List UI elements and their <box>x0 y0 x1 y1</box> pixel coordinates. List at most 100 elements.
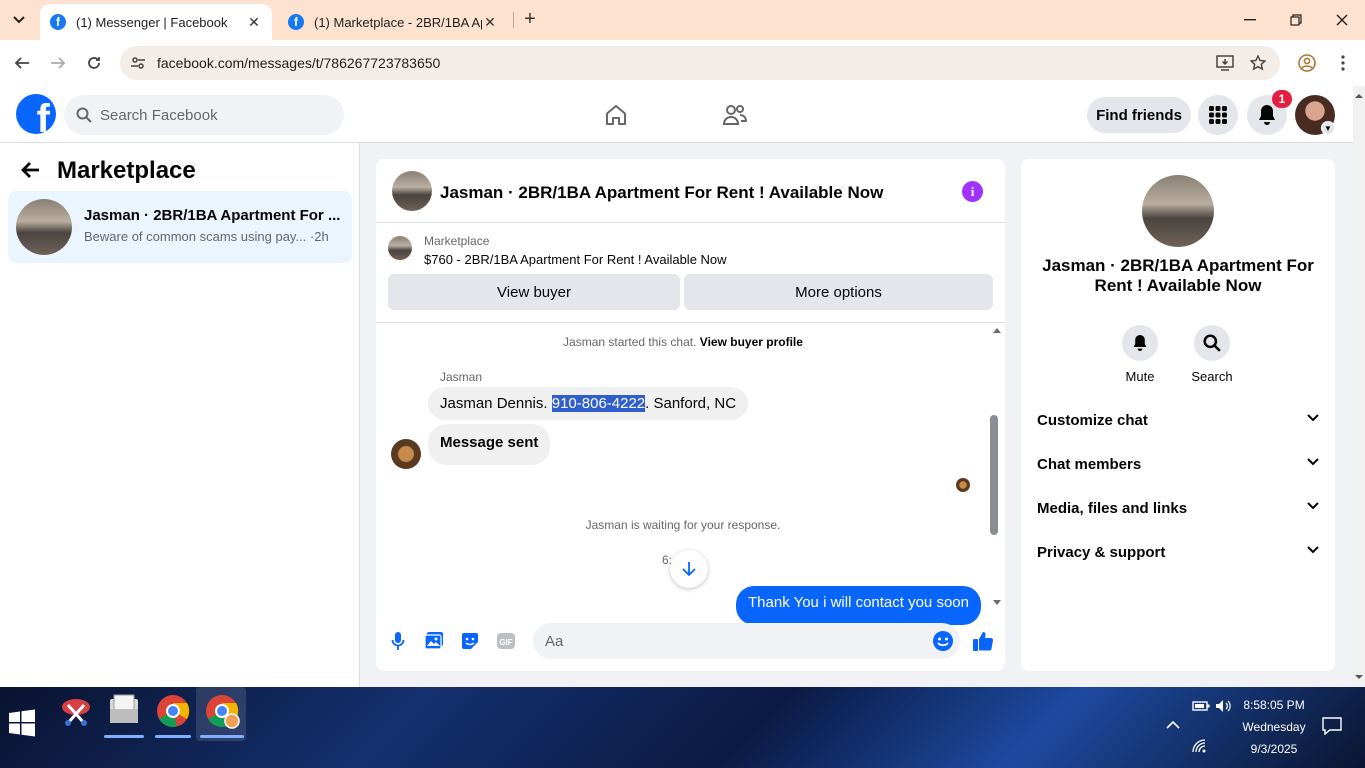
arrow-right-icon <box>51 57 66 69</box>
find-friends-button[interactable]: Find friends <box>1087 97 1191 133</box>
marketplace-label: Marketplace <box>424 234 490 248</box>
bookmark-star-icon[interactable] <box>1248 53 1268 73</box>
conversation-list-item[interactable]: Jasman · 2BR/1BA Apartment For ... Bewar… <box>8 191 352 263</box>
clock-date[interactable]: 9/3/2025 <box>1238 742 1310 756</box>
emoji-icon[interactable] <box>932 630 954 652</box>
wifi-icon[interactable] <box>1192 739 1212 755</box>
search-icon <box>1194 325 1230 361</box>
tab-search-button[interactable] <box>6 8 32 32</box>
facebook-logo-icon[interactable]: f <box>16 94 56 134</box>
message-thread[interactable]: Jasman started this chat. View buyer pro… <box>376 322 1005 625</box>
gif-icon[interactable]: GIF <box>494 629 518 653</box>
volume-icon[interactable] <box>1215 699 1235 715</box>
file-explorer-icon[interactable] <box>106 693 142 729</box>
clock-day[interactable]: Wednesday <box>1238 720 1310 734</box>
page-scrollbar[interactable] <box>1353 86 1365 687</box>
home-icon <box>606 105 626 125</box>
sender-avatar <box>391 439 421 469</box>
address-bar[interactable]: facebook.com/messages/t/786267723783650 <box>120 46 1280 80</box>
message-placeholder: Aa <box>545 633 564 650</box>
friends-icon <box>722 105 748 125</box>
chevron-down-icon <box>1307 458 1319 466</box>
facebook-header: f Search Facebook Find friends <box>0 86 1353 143</box>
sticker-icon[interactable] <box>458 629 482 653</box>
chat-started-notice: Jasman started this chat. View buyer pro… <box>563 335 803 349</box>
chevron-down-icon[interactable]: ▼ <box>1321 121 1335 135</box>
browser-menu-button[interactable] <box>1330 50 1356 76</box>
reload-button[interactable] <box>81 50 107 76</box>
search-icon <box>76 107 92 123</box>
chat-avatar[interactable] <box>392 171 432 211</box>
info-icon[interactable]: i <box>962 181 983 202</box>
back-arrow-icon[interactable] <box>20 159 40 185</box>
scrollbar-thumb[interactable] <box>990 415 998 535</box>
forward-button[interactable] <box>45 50 71 76</box>
windows-taskbar: 8:58:05 PM Wednesday 9/3/2025 <box>0 687 1365 768</box>
media-files-links-section[interactable]: Media, files and links <box>1037 500 1319 524</box>
more-options-button[interactable]: More options <box>684 274 993 310</box>
menu-button[interactable] <box>1198 95 1238 135</box>
tab-title: (1) Marketplace - 2BR/1BA Apar <box>314 14 482 30</box>
search-label: Search <box>1191 369 1233 384</box>
profile-button[interactable] <box>1294 50 1320 76</box>
tab-title: (1) Messenger | Facebook <box>76 14 228 30</box>
tab-messenger[interactable]: f (1) Messenger | Facebook ✕ <box>40 4 272 40</box>
notification-center-icon[interactable] <box>1322 717 1344 737</box>
search-placeholder: Search Facebook <box>100 107 218 124</box>
nav-home[interactable] <box>596 98 636 132</box>
chevron-down-icon <box>1307 414 1319 422</box>
browser-tab-bar: f (1) Messenger | Facebook ✕ f (1) Marke… <box>0 0 1365 40</box>
facebook-search-input[interactable]: Search Facebook <box>64 95 344 135</box>
conversation-preview: Beware of common scams using pay... ·2h <box>84 229 329 244</box>
chevron-down-icon <box>1307 546 1319 554</box>
site-info-icon[interactable] <box>128 53 148 73</box>
tab-marketplace[interactable]: f (1) Marketplace - 2BR/1BA Apar ✕ <box>278 4 508 40</box>
notification-badge: 1 <box>1272 90 1292 108</box>
customize-chat-section[interactable]: Customize chat <box>1037 412 1319 436</box>
bell-icon <box>1259 105 1275 125</box>
clock-time[interactable]: 8:58:05 PM <box>1238 698 1310 712</box>
svg-text:GIF: GIF <box>499 638 512 647</box>
message-input[interactable]: Aa <box>533 623 960 659</box>
active-app-indicator <box>200 735 244 738</box>
close-icon <box>1336 14 1348 26</box>
minimize-icon <box>1244 19 1256 21</box>
restore-button[interactable] <box>1273 0 1319 40</box>
message-sent-bubble: Message sent <box>428 424 551 465</box>
profile-icon <box>1298 54 1316 72</box>
back-button[interactable] <box>9 50 35 76</box>
microphone-icon[interactable] <box>386 629 410 653</box>
chat-title[interactable]: Jasman · 2BR/1BA Apartment For Rent ! Av… <box>440 183 883 203</box>
active-app-indicator <box>104 735 144 738</box>
view-buyer-profile-link[interactable]: View buyer profile <box>700 335 803 349</box>
nav-friends[interactable] <box>715 98 755 132</box>
message-bubble: Jasman Dennis. 910-806-4222. Sanford, NC <box>428 387 749 420</box>
marketplace-sidebar: Marketplace Jasman · 2BR/1BA Apartment F… <box>0 143 360 687</box>
arrow-left-icon <box>14 57 29 69</box>
snipping-tool-icon[interactable] <box>58 693 94 729</box>
search-in-chat-button[interactable]: Search <box>1182 325 1242 384</box>
scroll-to-bottom-button[interactable] <box>670 550 708 588</box>
waiting-notice: Jasman is waiting for your response. <box>585 518 781 532</box>
sidebar-title: Marketplace <box>57 157 196 184</box>
privacy-support-section[interactable]: Privacy & support <box>1037 544 1319 568</box>
sender-name: Jasman <box>440 370 483 384</box>
windows-start-icon[interactable] <box>8 709 44 745</box>
view-buyer-button[interactable]: View buyer <box>388 274 680 310</box>
mute-button[interactable]: Mute <box>1110 325 1170 384</box>
listing-title[interactable]: $760 - 2BR/1BA Apartment For Rent ! Avai… <box>424 252 727 267</box>
new-tab-button[interactable]: + <box>518 9 542 31</box>
install-app-icon[interactable] <box>1215 53 1235 73</box>
chrome-profile-icon[interactable] <box>204 693 240 729</box>
photo-icon[interactable] <box>422 629 446 653</box>
chat-details-avatar <box>1142 175 1214 247</box>
chrome-icon[interactable] <box>155 693 191 729</box>
chevron-up-icon[interactable] <box>1166 717 1186 737</box>
chat-members-section[interactable]: Chat members <box>1037 456 1319 480</box>
minimize-button[interactable] <box>1227 0 1273 40</box>
close-tab-icon[interactable]: ✕ <box>482 14 498 31</box>
battery-icon[interactable] <box>1192 699 1212 715</box>
close-window-button[interactable] <box>1319 0 1365 40</box>
thumbs-up-icon[interactable] <box>971 629 995 653</box>
close-tab-icon[interactable]: ✕ <box>246 14 262 31</box>
